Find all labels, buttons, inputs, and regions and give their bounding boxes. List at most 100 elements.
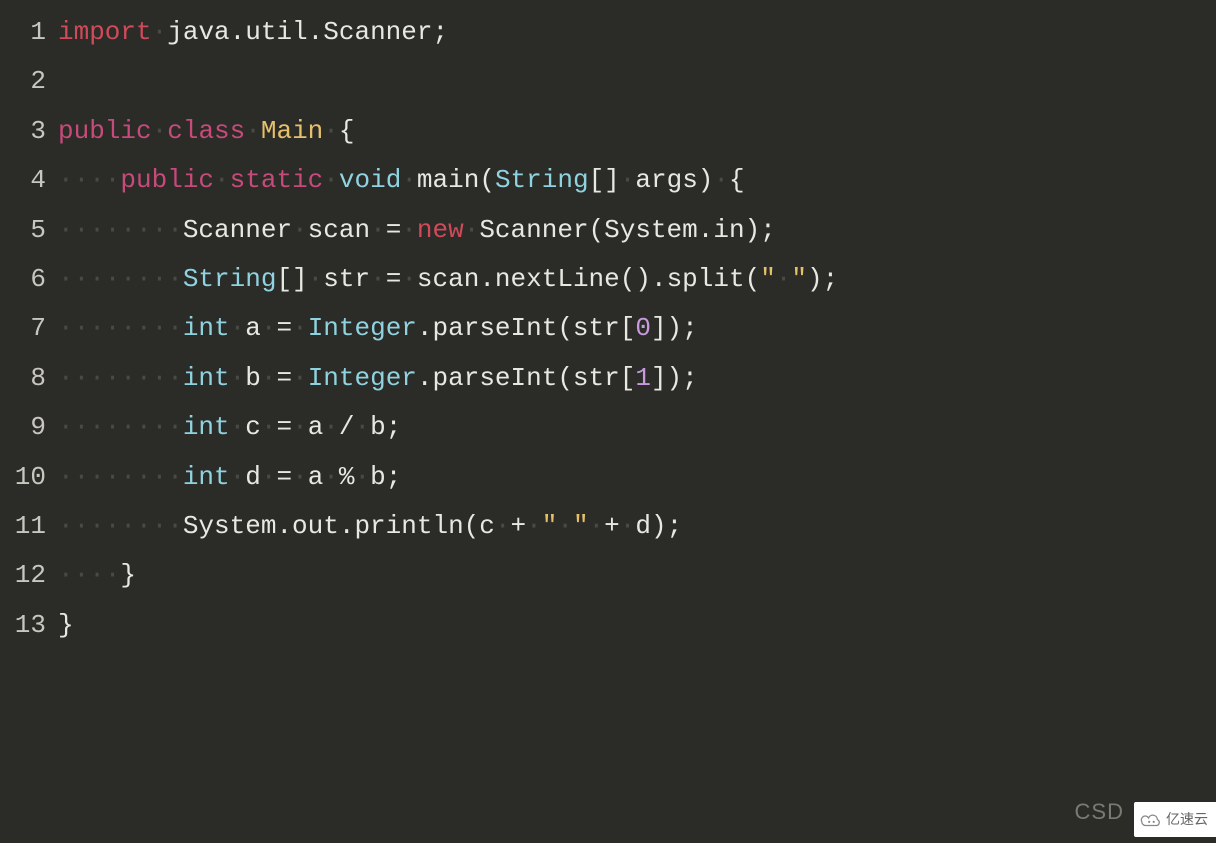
token: ········ bbox=[58, 363, 183, 393]
token: ········ bbox=[58, 264, 183, 294]
line-number: 1 bbox=[0, 8, 58, 57]
token: System.out.println(c bbox=[183, 511, 495, 541]
token: · bbox=[620, 165, 636, 195]
token: int bbox=[183, 462, 230, 492]
token: = bbox=[276, 313, 292, 343]
token: ········ bbox=[58, 462, 183, 492]
token: import bbox=[58, 17, 152, 47]
token: ········ bbox=[58, 511, 183, 541]
token: [] bbox=[589, 165, 620, 195]
token: String bbox=[495, 165, 589, 195]
token: class bbox=[167, 116, 245, 146]
token: · bbox=[292, 215, 308, 245]
token: · bbox=[292, 462, 308, 492]
token: void bbox=[339, 165, 401, 195]
token: · bbox=[355, 412, 371, 442]
token: " bbox=[791, 264, 807, 294]
token: ········ bbox=[58, 412, 183, 442]
token: · bbox=[323, 462, 339, 492]
token: b bbox=[245, 363, 261, 393]
token: · bbox=[152, 116, 168, 146]
token: · bbox=[261, 412, 277, 442]
code-content: ····public·static·void·main(String[]·arg… bbox=[58, 156, 1216, 205]
token: java.util.Scanner; bbox=[167, 17, 448, 47]
token: · bbox=[526, 511, 542, 541]
code-line: 10········int·d·=·a·%·b; bbox=[0, 453, 1216, 502]
line-number: 11 bbox=[0, 502, 58, 551]
token: · bbox=[245, 116, 261, 146]
line-number: 4 bbox=[0, 156, 58, 205]
token: · bbox=[323, 412, 339, 442]
watermark-badge: 亿速云 bbox=[1134, 802, 1216, 837]
token: c bbox=[245, 412, 261, 442]
token: " bbox=[573, 511, 589, 541]
token: ); bbox=[807, 264, 838, 294]
code-content: ········System.out.println(c·+·"·"·+·d); bbox=[58, 502, 1216, 551]
token: str bbox=[323, 264, 370, 294]
code-content: import·java.util.Scanner; bbox=[58, 8, 1216, 57]
token: · bbox=[214, 165, 230, 195]
token: + bbox=[604, 511, 620, 541]
token: d bbox=[245, 462, 261, 492]
token: .parseInt(str[ bbox=[417, 363, 635, 393]
token: scan bbox=[308, 215, 370, 245]
token: } bbox=[58, 610, 74, 640]
line-number: 2 bbox=[0, 57, 58, 106]
token: · bbox=[323, 165, 339, 195]
token: public bbox=[58, 116, 152, 146]
token: b; bbox=[370, 462, 401, 492]
token: scan.nextLine().split( bbox=[417, 264, 760, 294]
token: · bbox=[230, 412, 246, 442]
code-content: public·class·Main·{ bbox=[58, 107, 1216, 156]
token: · bbox=[230, 313, 246, 343]
token: · bbox=[308, 264, 324, 294]
line-number: 3 bbox=[0, 107, 58, 156]
token: { bbox=[729, 165, 745, 195]
token: · bbox=[152, 17, 168, 47]
token: int bbox=[183, 313, 230, 343]
token: a bbox=[308, 462, 324, 492]
token: Main bbox=[261, 116, 323, 146]
token: 0 bbox=[635, 313, 651, 343]
token: [] bbox=[276, 264, 307, 294]
token: · bbox=[230, 462, 246, 492]
token: " bbox=[542, 511, 558, 541]
token: · bbox=[230, 363, 246, 393]
code-line: 4····public·static·void·main(String[]·ar… bbox=[0, 156, 1216, 205]
token: int bbox=[183, 412, 230, 442]
line-number: 9 bbox=[0, 403, 58, 452]
token: · bbox=[370, 215, 386, 245]
line-number: 12 bbox=[0, 551, 58, 600]
code-content: ········int·b·=·Integer.parseInt(str[1])… bbox=[58, 354, 1216, 403]
token: Integer bbox=[308, 363, 417, 393]
token: new bbox=[417, 215, 464, 245]
line-number: 5 bbox=[0, 206, 58, 255]
token: · bbox=[776, 264, 792, 294]
code-content: } bbox=[58, 601, 1216, 650]
token: Scanner(System.in); bbox=[479, 215, 775, 245]
token: static bbox=[230, 165, 324, 195]
token: · bbox=[261, 462, 277, 492]
code-content bbox=[58, 57, 1216, 106]
watermark-badge-text: 亿速云 bbox=[1166, 806, 1208, 833]
token: · bbox=[292, 412, 308, 442]
line-number: 8 bbox=[0, 354, 58, 403]
token: ···· bbox=[58, 165, 120, 195]
code-line: 11········System.out.println(c·+·"·"·+·d… bbox=[0, 502, 1216, 551]
token: · bbox=[589, 511, 605, 541]
token: = bbox=[386, 264, 402, 294]
token: · bbox=[401, 165, 417, 195]
code-line: 1import·java.util.Scanner; bbox=[0, 8, 1216, 57]
token: · bbox=[557, 511, 573, 541]
token: · bbox=[261, 363, 277, 393]
token: · bbox=[261, 313, 277, 343]
token: String bbox=[183, 264, 277, 294]
code-line: 7········int·a·=·Integer.parseInt(str[0]… bbox=[0, 304, 1216, 353]
token: · bbox=[401, 264, 417, 294]
line-number: 10 bbox=[0, 453, 58, 502]
code-line: 5········Scanner·scan·=·new·Scanner(Syst… bbox=[0, 206, 1216, 255]
token: Integer bbox=[308, 313, 417, 343]
token: + bbox=[511, 511, 527, 541]
code-line: 9········int·c·=·a·/·b; bbox=[0, 403, 1216, 452]
token: · bbox=[323, 116, 339, 146]
